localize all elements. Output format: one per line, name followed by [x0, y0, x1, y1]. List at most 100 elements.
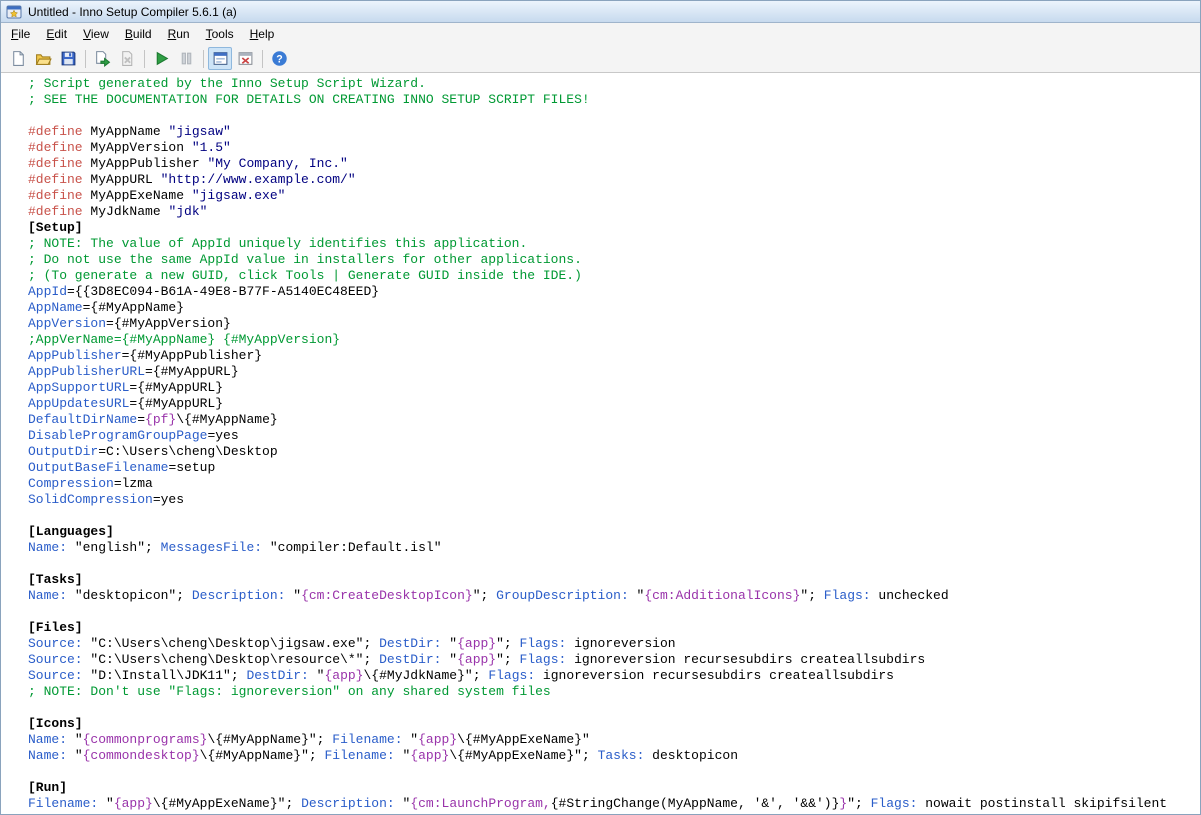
- code-token: DestDir:: [246, 668, 309, 683]
- code-token: ={#MyAppVersion}: [106, 316, 231, 331]
- code-token: "compiler:Default.isl": [262, 540, 442, 555]
- menu-tools[interactable]: Tools: [198, 23, 242, 45]
- code-token: ={#MyAppURL}: [129, 396, 224, 411]
- toolbar-separator: [85, 49, 86, 68]
- stop-compile-button[interactable]: [115, 47, 139, 70]
- title-bar[interactable]: Untitled - Inno Setup Compiler 5.6.1 (a): [1, 1, 1200, 23]
- code-line: ; (To generate a new GUID, click Tools |…: [28, 268, 1200, 284]
- code-token: Name:: [28, 732, 68, 747]
- help-button[interactable]: ?: [267, 47, 291, 70]
- run-icon: [153, 50, 170, 67]
- code-token: "jigsaw.exe": [191, 188, 286, 203]
- code-line: SolidCompression=yes: [28, 492, 1200, 508]
- code-line: [Icons]: [28, 716, 1200, 732]
- code-token: =: [137, 412, 146, 427]
- pause-button[interactable]: [174, 47, 198, 70]
- code-token: ": [441, 636, 458, 651]
- code-token: DestDir:: [379, 636, 442, 651]
- code-line: DisableProgramGroupPage=yes: [28, 428, 1200, 444]
- code-line: ; SEE THE DOCUMENTATION FOR DETAILS ON C…: [28, 92, 1200, 108]
- save-script-icon: [60, 50, 77, 67]
- code-line: DefaultDirName={pf}\{#MyAppName}: [28, 412, 1200, 428]
- code-token: \{#MyAppExeName}";: [152, 796, 302, 811]
- compile-button[interactable]: [90, 47, 114, 70]
- code-token: ignoreversion: [566, 636, 676, 651]
- code-token: Source:: [28, 652, 83, 667]
- code-line: [Tasks]: [28, 572, 1200, 588]
- code-token: Tasks:: [597, 748, 645, 763]
- code-token: \{#MyAppName}: [176, 412, 278, 427]
- menu-run[interactable]: Run: [160, 23, 198, 45]
- code-token: #define: [28, 140, 83, 155]
- code-token: ": [308, 668, 325, 683]
- run-button[interactable]: [149, 47, 173, 70]
- code-token: "C:\Users\cheng\Desktop\resource\*";: [82, 652, 380, 667]
- code-token: MyAppExeName: [82, 188, 192, 203]
- menu-view[interactable]: View: [75, 23, 117, 45]
- code-line: ;AppVerName={#MyAppName} {#MyAppVersion}: [28, 332, 1200, 348]
- menu-file[interactable]: File: [3, 23, 38, 45]
- new-script-icon: [10, 50, 27, 67]
- code-token: Flags:: [519, 636, 567, 651]
- code-token: ; NOTE: The value of AppId uniquely iden…: [28, 236, 528, 251]
- code-line: Name: "english"; MessagesFile: "compiler…: [28, 540, 1200, 556]
- code-line: #define MyAppPublisher "My Company, Inc.…: [28, 156, 1200, 172]
- code-token: Compression: [28, 476, 114, 491]
- code-token: AppUpdatesURL: [28, 396, 130, 411]
- code-token: desktopicon: [644, 748, 738, 763]
- code-token: =yes: [152, 492, 185, 507]
- inno-setup-window: Untitled - Inno Setup Compiler 5.6.1 (a)…: [0, 0, 1201, 815]
- code-line: #define MyJdkName "jdk": [28, 204, 1200, 220]
- code-token: ={#MyAppPublisher}: [121, 348, 263, 363]
- code-token: ={#MyAppURL}: [129, 380, 224, 395]
- code-line: AppPublisherURL={#MyAppURL}: [28, 364, 1200, 380]
- code-token: ={#MyAppName}: [82, 300, 185, 315]
- code-token: ;AppVerName={#MyAppName} {#MyAppVersion}: [28, 332, 341, 347]
- code-token: ={{3D8EC094-B61A-49E8-B77F-A5140EC48EED}: [67, 284, 380, 299]
- target-uninstall-button[interactable]: [233, 47, 257, 70]
- code-token: ; Script generated by the Inno Setup Scr…: [28, 76, 426, 91]
- code-token: {pf}: [145, 412, 177, 427]
- new-script-button[interactable]: [6, 47, 30, 70]
- window-title: Untitled - Inno Setup Compiler 5.6.1 (a): [28, 4, 237, 19]
- inno-setup-app-icon[interactable]: [6, 4, 22, 20]
- code-token: AppPublisherURL: [28, 364, 146, 379]
- target-setup-button[interactable]: [208, 47, 232, 70]
- menu-edit[interactable]: Edit: [38, 23, 75, 45]
- code-token: [Tasks]: [28, 572, 83, 587]
- code-token: {app}: [324, 668, 364, 683]
- stop-compile-icon: [119, 50, 136, 67]
- code-token: ; SEE THE DOCUMENTATION FOR DETAILS ON C…: [28, 92, 590, 107]
- code-line: OutputDir=C:\Users\cheng\Desktop: [28, 444, 1200, 460]
- code-token: [Icons]: [28, 716, 83, 731]
- code-token: [Setup]: [28, 220, 83, 235]
- code-token: MyJdkName: [82, 204, 169, 219]
- code-line: AppId={{3D8EC094-B61A-49E8-B77F-A5140EC4…: [28, 284, 1200, 300]
- code-token: ; NOTE: Don't use "Flags: ignoreversion"…: [28, 684, 551, 699]
- code-token: "D:\Install\JDK11";: [82, 668, 247, 683]
- code-token: Name:: [28, 540, 68, 555]
- open-script-button[interactable]: [31, 47, 55, 70]
- code-line: Name: "desktopicon"; Description: "{cm:C…: [28, 588, 1200, 604]
- code-token: {app}: [457, 636, 497, 651]
- code-token: Description:: [191, 588, 286, 603]
- code-token: {app}: [457, 652, 497, 667]
- code-token: #define: [28, 156, 83, 171]
- target-setup-icon: [212, 50, 229, 67]
- code-token: Flags:: [870, 796, 918, 811]
- code-token: "english";: [67, 540, 161, 555]
- help-icon: ?: [271, 50, 288, 67]
- script-editor[interactable]: ; Script generated by the Inno Setup Scr…: [1, 73, 1200, 814]
- toolbar-separator: [203, 49, 204, 68]
- save-script-button[interactable]: [56, 47, 80, 70]
- code-token: ";: [472, 588, 497, 603]
- code-token: #define: [28, 204, 83, 219]
- menu-help[interactable]: Help: [242, 23, 283, 45]
- code-token: OutputBaseFilename: [28, 460, 169, 475]
- code-line: Filename: "{app}\{#MyAppExeName}"; Descr…: [28, 796, 1200, 812]
- menu-build[interactable]: Build: [117, 23, 160, 45]
- code-token: \{#MyAppExeName}";: [449, 748, 598, 763]
